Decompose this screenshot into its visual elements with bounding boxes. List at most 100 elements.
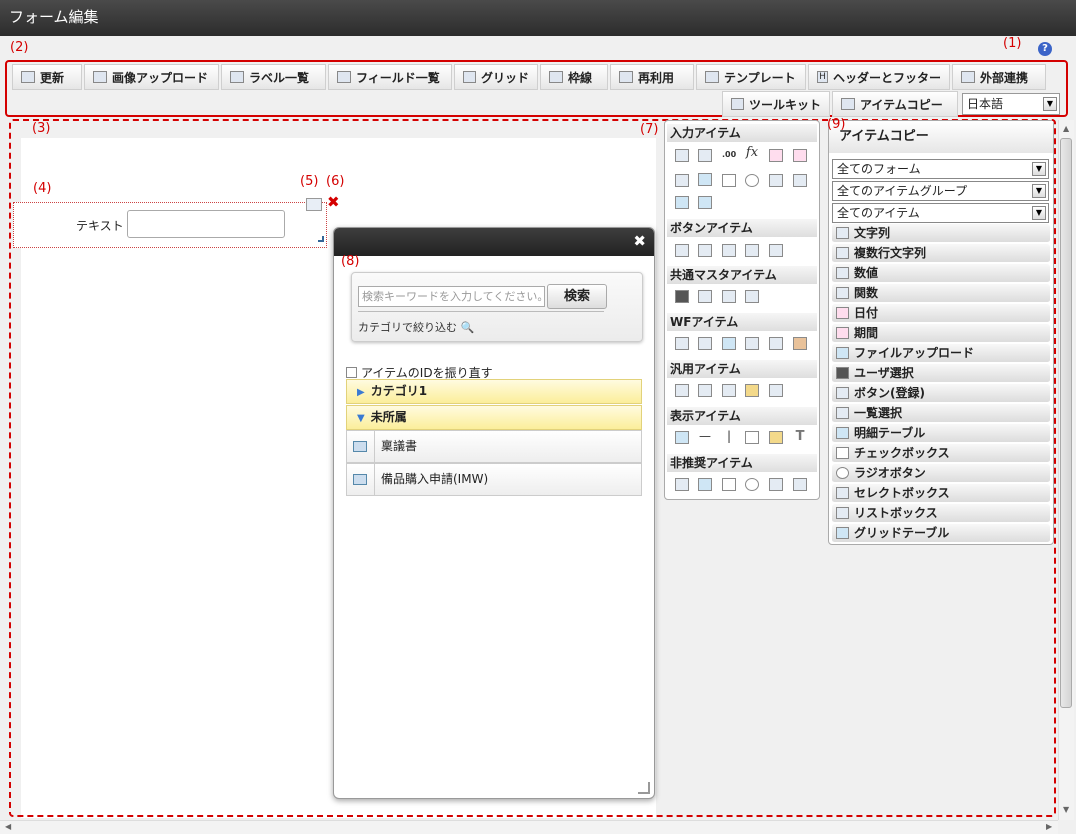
file-upload-icon[interactable] [675, 196, 689, 209]
public-group-icon[interactable] [722, 290, 736, 303]
horizontal-line-icon[interactable]: — [698, 430, 712, 444]
template-button[interactable]: テンプレート [696, 64, 806, 90]
picture-icon[interactable] [769, 431, 783, 444]
vertical-line-icon[interactable]: | [722, 430, 736, 444]
copy-item-period[interactable]: 期間 [832, 324, 1050, 343]
header-footer-button[interactable]: H ヘッダーとフッター [808, 64, 950, 90]
scroll-right-icon[interactable]: ▶ [1046, 822, 1052, 831]
refresh-button[interactable]: 更新 [12, 64, 82, 90]
grid-button[interactable]: グリッド [454, 64, 538, 90]
copy-item-checkbox[interactable]: チェックボックス [832, 444, 1050, 463]
close-icon[interactable]: ✖ [633, 232, 646, 250]
copy-item-detail-table[interactable]: 明細テーブル [832, 424, 1050, 443]
approver-icon[interactable] [769, 337, 783, 350]
key-icon[interactable] [745, 384, 759, 397]
frame-icon[interactable] [745, 431, 759, 444]
copy-item-list-select[interactable]: 一覧選択 [832, 404, 1050, 423]
copy-item-radio[interactable]: ラジオボタン [832, 464, 1050, 483]
list-box-icon[interactable] [793, 174, 807, 187]
numeric-icon[interactable]: .00 [722, 149, 736, 162]
item-delete-icon[interactable]: ✖ [327, 195, 340, 210]
checkbox-item-icon[interactable] [722, 174, 736, 187]
copy-item-function[interactable]: 関数 [832, 284, 1050, 303]
button-back-icon[interactable] [722, 244, 736, 257]
mobile-icon[interactable] [769, 384, 783, 397]
period-icon[interactable] [793, 149, 807, 162]
grid-table-icon[interactable] [698, 196, 712, 209]
category-filter-link[interactable]: カテゴリで絞り込む 🔍 [358, 319, 474, 335]
button-forward-icon[interactable] [769, 244, 783, 257]
deprecated-select-icon[interactable] [769, 478, 783, 491]
function-icon[interactable]: fx [745, 146, 759, 160]
scroll-down-icon[interactable]: ▼ [1063, 805, 1069, 814]
document-icon[interactable] [698, 384, 712, 397]
label-icon[interactable] [675, 431, 689, 444]
organization-icon[interactable] [698, 290, 712, 303]
copy-item-list-box[interactable]: リストボックス [832, 504, 1050, 523]
category-1[interactable]: ▶ カテゴリ1 [346, 379, 642, 404]
search-input[interactable]: 検索キーワードを入力してください。 [358, 286, 545, 307]
image-upload-button[interactable]: 画像アップロード [84, 64, 219, 90]
text-icon[interactable]: T [793, 430, 807, 444]
select-box-icon[interactable] [769, 174, 783, 187]
text-item-input[interactable] [127, 210, 285, 238]
resize-handle-icon[interactable] [318, 236, 324, 242]
radio-button-icon[interactable] [745, 174, 759, 187]
button-next-icon[interactable] [698, 244, 712, 257]
scroll-up-icon[interactable]: ▲ [1063, 124, 1069, 133]
reuse-button[interactable]: 再利用 [610, 64, 694, 90]
item-copy-button[interactable]: アイテムコピー [832, 91, 958, 117]
deprecated-checkbox-icon[interactable] [722, 478, 736, 491]
button-return-icon[interactable] [745, 244, 759, 257]
deprecated-list-select-icon[interactable] [675, 478, 689, 491]
help-icon[interactable]: ? [1038, 42, 1052, 56]
copy-item-string[interactable]: 文字列 [832, 224, 1050, 243]
user-icon[interactable] [675, 290, 689, 303]
language-select[interactable]: 日本語 ▼ [962, 93, 1060, 115]
item-filter-select[interactable]: 全てのアイテム ▼ [832, 203, 1049, 223]
date-icon[interactable] [769, 149, 783, 162]
border-button[interactable]: 枠線 [540, 64, 608, 90]
toolkit-button[interactable]: ツールキット [722, 91, 830, 117]
history-icon[interactable] [745, 337, 759, 350]
form-filter-select[interactable]: 全てのフォーム ▼ [832, 159, 1049, 179]
search-button[interactable]: 検索 [547, 284, 607, 309]
copy-item-button-register[interactable]: ボタン(登録) [832, 384, 1050, 403]
role-icon[interactable] [745, 290, 759, 303]
search-panel: 検索キーワードを入力してください。 検索 カテゴリで絞り込む 🔍 [351, 272, 643, 342]
field-list-button[interactable]: フィールド一覧 [328, 64, 452, 90]
category-uncategorized[interactable]: ▼ 未所属 [346, 405, 642, 430]
copy-item-numeric[interactable]: 数値 [832, 264, 1050, 283]
item-group-filter-select[interactable]: 全てのアイテムグループ ▼ [832, 181, 1049, 201]
detail-table-icon [836, 427, 849, 439]
multiline-string-icon[interactable] [698, 149, 712, 162]
image-icon[interactable] [722, 337, 736, 350]
deprecated-listbox-icon[interactable] [793, 478, 807, 491]
list-item[interactable]: 備品購入申請(IMW) [346, 463, 642, 496]
copy-item-user-select[interactable]: ユーザ選択 [832, 364, 1050, 383]
scroll-left-icon[interactable]: ◀ [5, 822, 11, 831]
copy-item-grid-table[interactable]: グリッドテーブル [832, 524, 1050, 543]
attachment-icon[interactable] [698, 337, 712, 350]
clipboard-icon[interactable] [675, 337, 689, 350]
camera-icon[interactable] [722, 384, 736, 397]
button-register-icon[interactable] [675, 244, 689, 257]
external-link-button[interactable]: 外部連携 [952, 64, 1046, 90]
dialog-resize-handle[interactable] [638, 782, 650, 794]
copy-item-file-upload[interactable]: ファイルアップロード [832, 344, 1050, 363]
copy-item-date[interactable]: 日付 [832, 304, 1050, 323]
stamp-icon[interactable] [793, 337, 807, 350]
vertical-scrollbar-thumb[interactable] [1060, 138, 1072, 708]
detail-table-icon[interactable] [698, 173, 712, 186]
list-item[interactable]: 稟議書 [346, 430, 642, 463]
copy-item-multiline[interactable]: 複数行文字列 [832, 244, 1050, 263]
deprecated-radio-icon[interactable] [745, 478, 759, 491]
horizontal-scrollbar[interactable] [0, 820, 1058, 834]
list-select-icon[interactable] [675, 174, 689, 187]
copy-item-select-box[interactable]: セレクトボックス [832, 484, 1050, 503]
label-list-button[interactable]: ラベル一覧 [221, 64, 326, 90]
hidden-field-icon[interactable] [675, 384, 689, 397]
item-properties-icon[interactable] [306, 198, 322, 211]
string-icon[interactable] [675, 149, 689, 162]
deprecated-table-icon[interactable] [698, 478, 712, 491]
